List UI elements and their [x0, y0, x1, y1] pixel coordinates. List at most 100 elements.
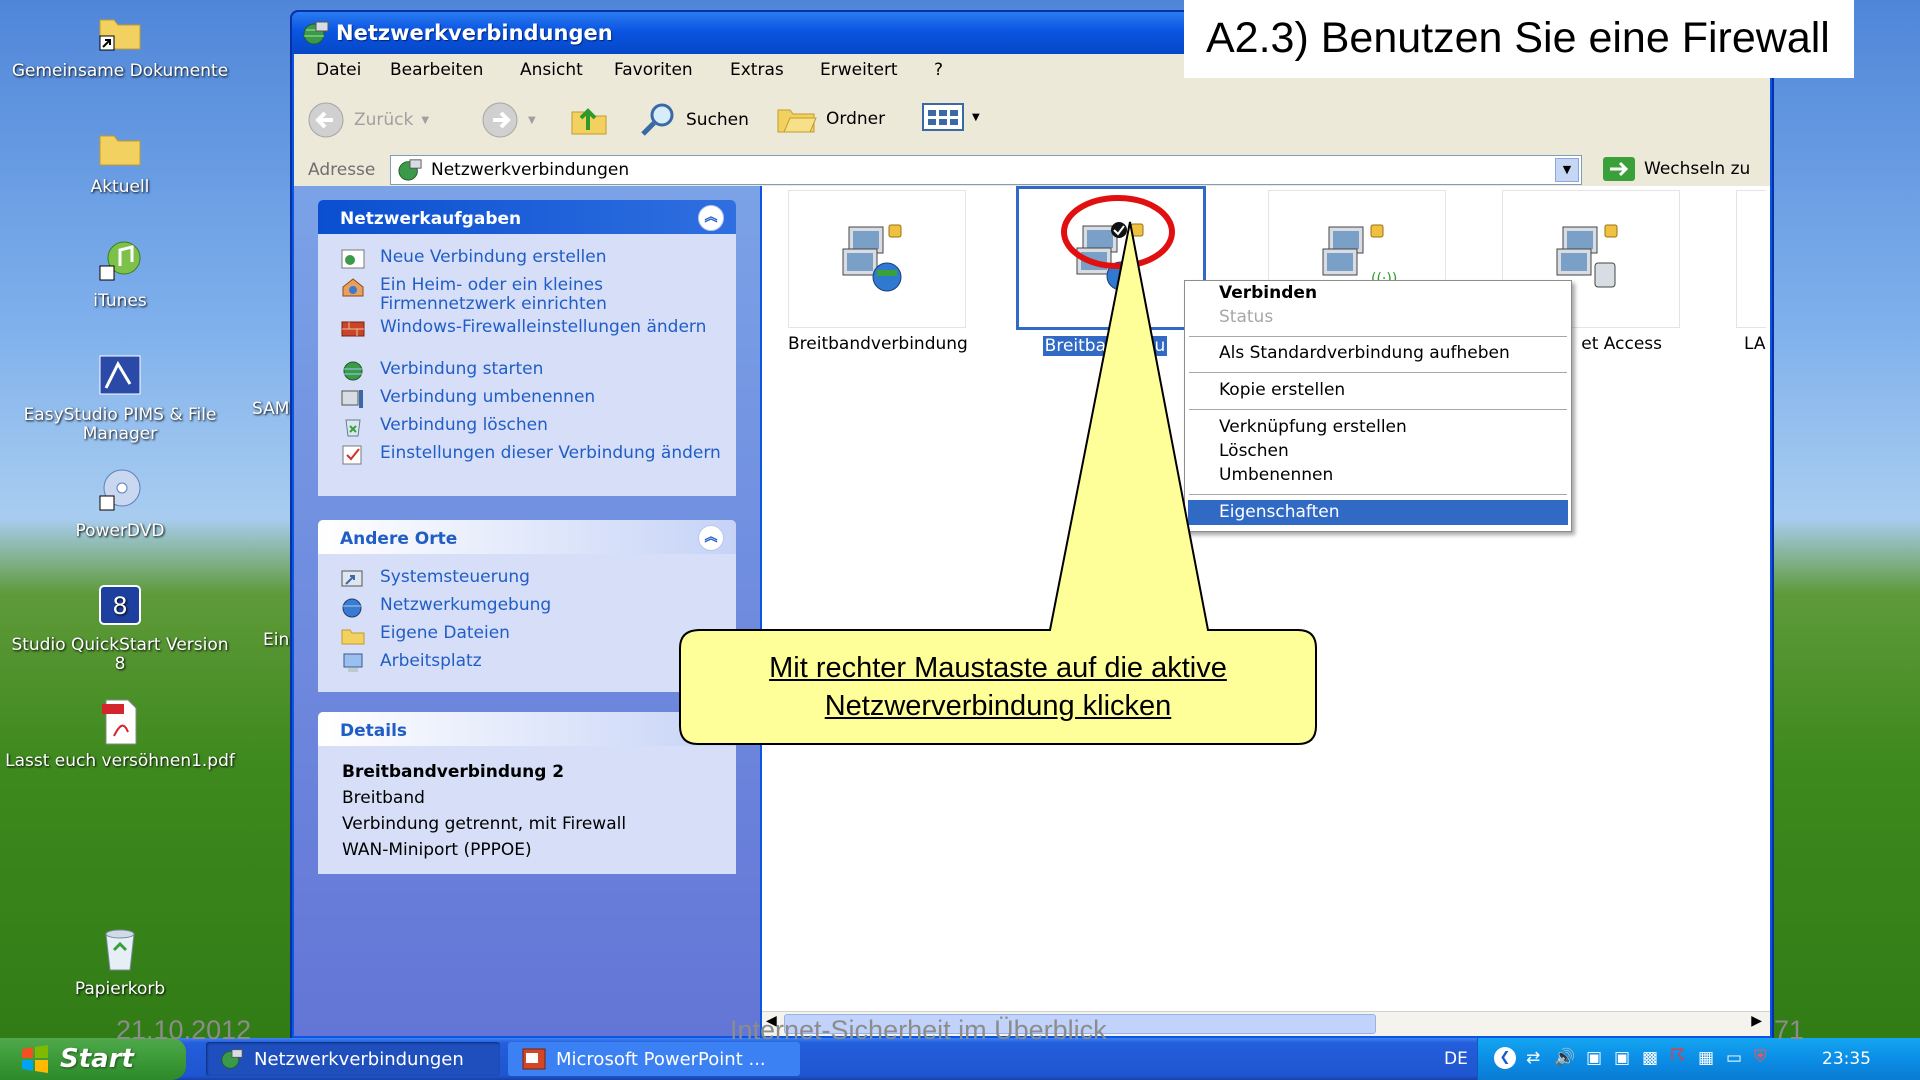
powerdvd-icon	[99, 469, 141, 511]
desktop-icon-powerdvd[interactable]: PowerDVD	[5, 466, 235, 541]
taskbar-item-label: Netzwerkverbindungen	[254, 1048, 464, 1070]
connection-item-broadband-2[interactable]: Breitband ndu	[1016, 186, 1206, 356]
tray-security-icon[interactable]: ▩	[1642, 1048, 1658, 1068]
studio-quickstart-icon: 8	[99, 585, 141, 625]
broadband-connection-icon	[1076, 222, 1144, 291]
scroll-right-icon[interactable]: ▶	[1751, 1013, 1762, 1029]
task-change-settings[interactable]: Einstellungen dieser Verbindung ändern	[340, 444, 726, 466]
task-firewall-settings[interactable]: Windows-Firewalleinstellungen ändern	[340, 318, 726, 340]
task-label: Verbindung löschen	[380, 415, 548, 435]
task-start-connection[interactable]: Verbindung starten	[340, 360, 726, 382]
connection-label: Breitband ndu	[1042, 336, 1168, 356]
collapse-icon[interactable]: ︽	[698, 525, 724, 551]
folder-icon	[99, 135, 141, 166]
desktop-icon-label: iTunes	[93, 291, 147, 311]
connection-icon-box	[788, 190, 966, 328]
slide-date: 21.10.2012	[116, 1015, 252, 1045]
task-delete-connection[interactable]: Verbindung löschen	[340, 416, 726, 438]
menu-erweitert[interactable]: Erweitert	[820, 60, 898, 80]
collapse-icon[interactable]: ︽	[698, 205, 724, 231]
menu-separator	[1189, 336, 1567, 337]
firewall-icon	[341, 321, 365, 337]
broadband-connection-icon	[842, 224, 902, 292]
tray-network-icon[interactable]: ⇄	[1526, 1048, 1540, 1068]
svg-text:8: 8	[112, 592, 127, 620]
task-rename-connection[interactable]: Verbindung umbenennen	[340, 388, 726, 410]
desktop-icon-gemeinsame-dokumente[interactable]: Gemeinsame Dokumente	[5, 6, 235, 81]
desktop-icon-easystudio[interactable]: EasyStudio PIMS & File Manager	[5, 350, 235, 444]
slide-page-number: 71	[1774, 1015, 1805, 1045]
menu-ansicht[interactable]: Ansicht	[520, 60, 583, 80]
desktop-icon-label: Gemeinsame Dokumente	[11, 61, 229, 81]
menu-help[interactable]: ?	[934, 60, 943, 80]
menu-favoriten[interactable]: Favoriten	[614, 60, 693, 80]
my-documents-icon	[341, 629, 365, 645]
network-neighborhood-icon	[342, 598, 362, 618]
menu-item-label: Eigenschaften	[1219, 502, 1340, 522]
menu-item-rename[interactable]: Umbenennen	[1219, 465, 1333, 485]
menu-item-verbinden[interactable]: Verbinden	[1219, 283, 1317, 303]
tray-monitor-icon[interactable]: ▭	[1726, 1048, 1742, 1068]
place-control-panel[interactable]: Systemsteuerung	[340, 568, 726, 590]
menu-item-status: Status	[1219, 307, 1274, 327]
place-my-computer[interactable]: Arbeitsplatz	[340, 652, 726, 674]
recycle-bin-icon	[105, 929, 135, 971]
language-indicator[interactable]: DE	[1444, 1049, 1468, 1069]
desktop-icon-aktuell[interactable]: Aktuell	[5, 122, 235, 197]
tray-antivirus-icon[interactable]: ☈	[1670, 1046, 1685, 1066]
desktop-icon-label: EasyStudio PIMS & File Manager	[23, 405, 217, 444]
search-icon	[641, 103, 674, 136]
menu-bearbeiten[interactable]: Bearbeiten	[390, 60, 483, 80]
menu-extras[interactable]: Extras	[730, 60, 784, 80]
task-home-network[interactable]: Ein Heim- oder ein kleines Firmennetzwer…	[340, 276, 726, 314]
menu-item-remove-default[interactable]: Als Standardverbindung aufheben	[1219, 343, 1510, 363]
place-network-neighborhood[interactable]: Netzwerkumgebung	[340, 596, 726, 618]
back-button-label: Zurück	[354, 110, 414, 130]
details-header[interactable]: Details	[318, 712, 736, 746]
connection-label: Breitbandverbindung	[788, 334, 968, 354]
tray-shield-icon[interactable]: ⛨	[1754, 1047, 1767, 1067]
connection-item-broadband[interactable]: Breitbandverbindung	[788, 190, 968, 354]
desktop-icon-studio-quickstart[interactable]: 8 Studio QuickStart Version 8	[5, 580, 235, 674]
place-my-documents[interactable]: Eigene Dateien	[340, 624, 726, 646]
itunes-icon	[99, 241, 141, 281]
menu-item-create-shortcut[interactable]: Verknüpfung erstellen	[1219, 417, 1407, 437]
tray-expand-icon[interactable]: ❮	[1494, 1047, 1516, 1069]
menu-item-delete[interactable]: Löschen	[1219, 441, 1289, 461]
back-button[interactable]: Zurück ▼	[306, 102, 429, 138]
chevron-down-icon: ▼	[528, 114, 536, 126]
tray-app-icon[interactable]: ▦	[1698, 1048, 1714, 1068]
tray-connection-icon[interactable]: ▣	[1614, 1048, 1630, 1068]
home-network-icon	[342, 278, 364, 297]
desktop-icon-papierkorb[interactable]: Papierkorb	[5, 924, 235, 999]
tray-volume-icon[interactable]: 🔊	[1554, 1048, 1575, 1068]
network-tasks-header[interactable]: Netzwerkaufgaben ︽	[318, 200, 736, 234]
tray-clock[interactable]: 23:35	[1822, 1049, 1871, 1069]
search-button[interactable]: Suchen	[638, 102, 749, 138]
desktop-icon-itunes[interactable]: iTunes	[5, 236, 235, 311]
network-connections-icon	[221, 1049, 243, 1069]
views-button[interactable]: ▼	[922, 102, 980, 132]
menu-item-properties[interactable]: Eigenschaften	[1188, 500, 1568, 525]
taskbar-item-network-connections[interactable]: Netzwerkverbindungen	[206, 1042, 500, 1076]
taskbar-item-powerpoint[interactable]: Microsoft PowerPoint ...	[508, 1042, 800, 1076]
task-new-connection[interactable]: Neue Verbindung erstellen	[340, 248, 726, 270]
menu-datei[interactable]: Datei	[316, 60, 361, 80]
address-input[interactable]: Netzwerkverbindungen ▼	[390, 155, 1582, 185]
address-label: Adresse	[308, 160, 376, 180]
up-folder-button[interactable]	[570, 102, 608, 136]
other-places-header[interactable]: Andere Orte ︽	[318, 520, 736, 554]
powerpoint-icon	[522, 1048, 546, 1070]
folders-button[interactable]: Ordner	[776, 102, 885, 136]
search-button-label: Suchen	[686, 110, 749, 130]
desktop-icon-pdf[interactable]: Lasst euch versöhnen1.pdf	[5, 696, 235, 771]
address-dropdown-icon[interactable]: ▼	[1555, 158, 1579, 182]
callout-line-2: Netzwerverbindung klicken	[824, 690, 1172, 722]
globe-icon	[343, 361, 363, 381]
forward-button[interactable]: ▼	[480, 102, 536, 138]
connection-item-lan[interactable]: LA	[1736, 190, 1766, 354]
tray-connection-icon[interactable]: ▣	[1586, 1048, 1602, 1068]
go-button[interactable]: Wechseln zu	[1602, 156, 1750, 182]
menu-item-copy[interactable]: Kopie erstellen	[1219, 380, 1345, 400]
toolbar: Zurück ▼ ▼ Suchen Ordner ▼	[294, 86, 1770, 153]
